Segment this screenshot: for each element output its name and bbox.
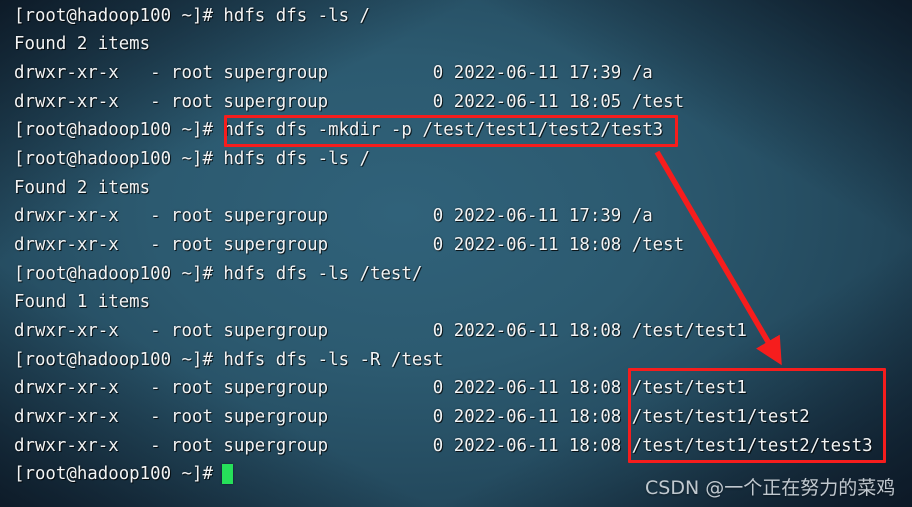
terminal-line: drwxr-xr-x - root supergroup 0 2022-06-1… bbox=[14, 206, 653, 226]
terminal-line: drwxr-xr-x - root supergroup 0 2022-06-1… bbox=[14, 63, 653, 83]
csdn-watermark: CSDN @一个正在努力的菜鸡 bbox=[645, 477, 896, 499]
terminal-line: Found 1 items bbox=[14, 292, 151, 312]
annotation-box-mkdir-command bbox=[224, 115, 678, 147]
terminal-line: drwxr-xr-x - root supergroup 0 2022-06-1… bbox=[14, 235, 685, 255]
terminal-window[interactable]: [root@hadoop100 ~]# hdfs dfs -ls / Found… bbox=[0, 0, 912, 507]
terminal-line: [root@hadoop100 ~]# hdfs dfs -ls /test/ bbox=[14, 264, 423, 284]
terminal-line: [root@hadoop100 ~]# hdfs dfs -ls / bbox=[14, 149, 370, 169]
terminal-line: Found 2 items bbox=[14, 34, 151, 54]
terminal-line: [root@hadoop100 ~]# hdfs dfs -ls -R /tes… bbox=[14, 350, 444, 370]
annotation-box-recursive-result bbox=[628, 368, 886, 463]
block-cursor-icon bbox=[222, 464, 233, 484]
terminal-line: drwxr-xr-x - root supergroup 0 2022-06-1… bbox=[14, 92, 685, 112]
terminal-line: [root@hadoop100 ~]# hdfs dfs -ls / bbox=[14, 6, 370, 26]
terminal-prompt-line: [root@hadoop100 ~]# bbox=[14, 464, 224, 484]
terminal-line: Found 2 items bbox=[14, 178, 151, 198]
terminal-line: drwxr-xr-x - root supergroup 0 2022-06-1… bbox=[14, 321, 747, 341]
